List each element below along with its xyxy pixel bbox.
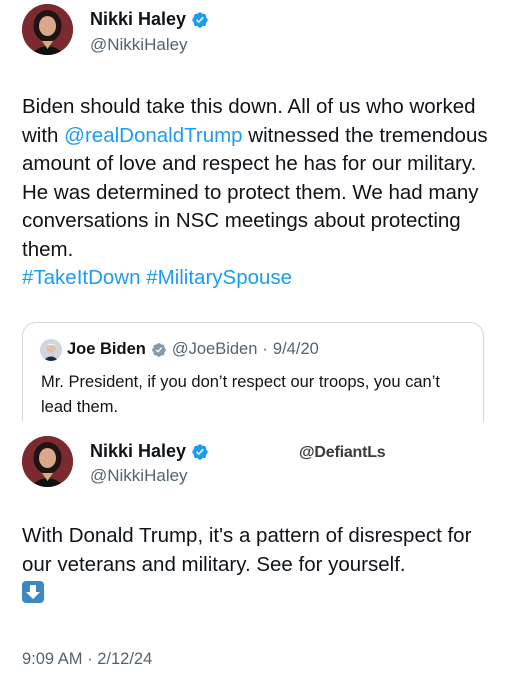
down-arrow-icon	[22, 581, 44, 603]
tweet1-text: Biden should take this down. All of us w…	[22, 93, 493, 293]
quoted-tweet-card[interactable]: Joe Biden @JoeBiden · 9/4/20 Mr. Preside…	[22, 322, 484, 422]
tweet2-author-row: Nikki Haley	[90, 441, 209, 462]
quoted-tweet-header: Joe Biden @JoeBiden · 9/4/20	[67, 340, 319, 359]
quoted-separator: ·	[262, 340, 268, 358]
tweet2-text-content: With Donald Trump, it's a pattern of dis…	[22, 524, 472, 576]
hashtag-takeitdown-link[interactable]: #TakeItDown	[22, 266, 141, 289]
quoted-tweet-text: Mr. President, if you don’t respect our …	[41, 373, 440, 416]
nikki-haley-avatar[interactable]	[22, 436, 73, 487]
tweet2-author-handle[interactable]: @NikkiHaley	[90, 466, 188, 486]
verified-badge-icon	[191, 443, 209, 461]
verified-badge-icon	[151, 342, 167, 358]
tweet2-author-name[interactable]: Nikki Haley	[90, 441, 186, 462]
nikki-haley-avatar[interactable]	[22, 4, 73, 55]
tweet1-author-name[interactable]: Nikki Haley	[90, 9, 186, 30]
tweet2-timestamp[interactable]: 9:09 AM · 2/12/24	[22, 650, 152, 669]
watermark: @DefiantLs	[299, 444, 386, 461]
hashtag-militaryspouse-link[interactable]: #MilitarySpouse	[146, 266, 292, 289]
tweet1-author-row: Nikki Haley	[90, 9, 209, 30]
quoted-date: 9/4/20	[272, 340, 319, 358]
tweet2-text: With Donald Trump, it's a pattern of dis…	[22, 522, 493, 608]
verified-badge-icon	[191, 11, 209, 29]
quoted-author-handle: @JoeBiden	[171, 340, 258, 358]
mention-link[interactable]: @realDonaldTrump	[64, 124, 242, 147]
joe-biden-avatar	[40, 339, 62, 361]
tweet1-author-handle[interactable]: @NikkiHaley	[90, 35, 188, 55]
quoted-author-name: Joe Biden	[67, 340, 146, 358]
